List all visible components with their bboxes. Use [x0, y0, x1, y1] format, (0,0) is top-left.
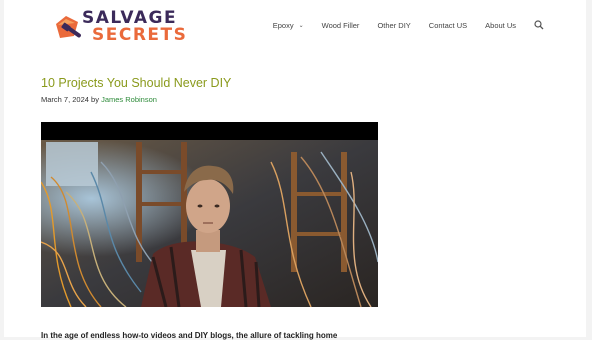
- article-intro: In the age of endless how-to videos and …: [41, 331, 338, 340]
- chevron-down-icon: ⌄: [298, 22, 304, 29]
- site-logo[interactable]: SALVAGE SECRETS: [52, 10, 194, 44]
- nav-item-label: Wood Filler: [321, 20, 360, 30]
- nav-item-label: About Us: [485, 20, 516, 30]
- byline-prefix: by: [91, 95, 99, 104]
- logo-icon: [56, 16, 81, 38]
- nav-item-label: Other DIY: [377, 20, 411, 30]
- nav-item-other-diy[interactable]: Other DIY: [377, 21, 410, 30]
- featured-image-illustration: [41, 122, 378, 307]
- search-icon[interactable]: [534, 20, 544, 30]
- nav-item-about-us[interactable]: About Us: [485, 21, 516, 30]
- article-date: March 7, 2024: [41, 95, 89, 104]
- featured-image: [41, 122, 378, 307]
- main-nav: Epoxy ⌄ Wood Filler Other DIY Contact US…: [273, 20, 544, 30]
- author-link[interactable]: James Robinson: [101, 95, 157, 104]
- nav-item-wood-filler[interactable]: Wood Filler: [322, 21, 360, 30]
- logo-text-line2: SECRETS: [92, 25, 188, 45]
- article-title[interactable]: 10 Projects You Should Never DIY: [41, 76, 231, 90]
- nav-item-epoxy[interactable]: Epoxy ⌄: [273, 21, 304, 30]
- page: SALVAGE SECRETS Epoxy ⌄ Wood Filler Othe…: [4, 0, 586, 340]
- article-meta: March 7, 2024 by James Robinson: [41, 95, 157, 104]
- nav-item-contact-us[interactable]: Contact US: [429, 21, 467, 30]
- nav-item-label: Epoxy: [272, 20, 294, 30]
- nav-item-label: Contact US: [428, 20, 468, 30]
